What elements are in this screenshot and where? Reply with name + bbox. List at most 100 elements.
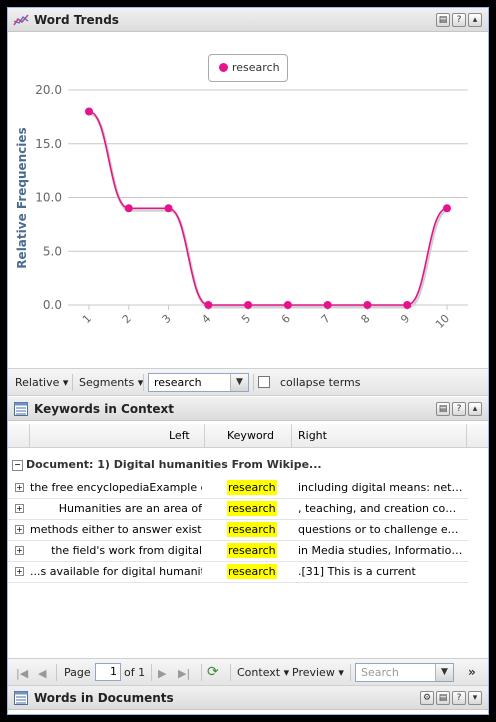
table-row[interactable]: + ...s available for digital humanities … — [8, 562, 468, 583]
toolbar-separator — [350, 664, 351, 681]
word-trends-chart: 0.0 5.0 10.0 15.0 20.0 1 2 3 4 5 6 7 8 9 10 Relative Fr… — [15, 83, 468, 331]
column-keyword[interactable]: Keyword — [227, 429, 274, 442]
row-right: in Media studies, Information stu... — [298, 544, 463, 557]
help-icon[interactable]: ? — [452, 402, 466, 416]
x-tick-label: 1 — [80, 312, 94, 326]
collapse-icon[interactable]: ▴ — [468, 402, 482, 416]
data-point — [204, 301, 213, 309]
collapse-terms-checkbox[interactable] — [258, 376, 270, 388]
row-keyword: research — [227, 543, 277, 558]
expand-icon[interactable]: + — [15, 525, 24, 534]
x-tick-label: 4 — [199, 312, 213, 326]
preview-menu[interactable]: Preview ▾ — [292, 666, 344, 679]
data-point — [363, 301, 372, 309]
column-left[interactable]: Left — [169, 429, 190, 442]
row-keyword: research — [227, 564, 277, 579]
document-group-label: Document: 1) Digital humanities From Wik… — [26, 458, 322, 471]
save-icon[interactable]: ▤ — [436, 402, 450, 416]
x-tick-label: 10 — [433, 312, 452, 331]
x-tick-label: 7 — [319, 312, 333, 326]
data-point — [85, 107, 93, 116]
x-tick-label: 5 — [239, 312, 253, 326]
row-right: questions or to challenge existing — [298, 523, 463, 536]
row-right: including digital means: network... — [298, 481, 463, 494]
table-row[interactable]: + methods either to answer existing rese… — [8, 520, 468, 541]
kwic-header: Keywords in Context ▤ ? ▴ — [8, 397, 488, 421]
x-tick-label: 8 — [358, 312, 372, 326]
table-row[interactable]: + Humanities are an area of research , t… — [8, 499, 468, 520]
context-menu[interactable]: Context ▾ — [237, 666, 289, 679]
first-page-icon[interactable]: |◀ — [16, 667, 28, 680]
pager-toolbar: |◀ ◀ Page 1 of 1 ▶ ▶| ⟳ Context ▾ Previe… — [8, 658, 488, 686]
save-icon[interactable]: ▤ — [436, 13, 450, 27]
row-keyword: research — [227, 501, 277, 516]
y-tick-label: 5.0 — [43, 244, 62, 258]
column-divider — [29, 424, 30, 448]
next-page-icon[interactable]: ▶ — [158, 667, 166, 680]
relative-menu[interactable]: Relative ▾ — [15, 376, 68, 389]
search-input[interactable]: Search — [361, 666, 399, 679]
chevron-down-icon[interactable]: ▼ — [435, 664, 453, 681]
overflow-icon[interactable]: » — [468, 665, 476, 679]
x-tick-label: 2 — [120, 312, 134, 326]
save-icon[interactable]: ▤ — [436, 691, 450, 705]
word-trends-title: Word Trends — [34, 13, 119, 27]
help-icon[interactable]: ? — [452, 13, 466, 27]
row-right: , teaching, and creation concer... — [298, 502, 463, 515]
last-page-icon[interactable]: ▶| — [178, 667, 190, 680]
expand-icon[interactable]: + — [15, 546, 24, 555]
search-combo[interactable]: Search ▼ — [355, 663, 454, 682]
y-tick-label: 15.0 — [35, 137, 62, 151]
kwic-title: Keywords in Context — [34, 402, 174, 416]
page-count: of 1 — [124, 666, 146, 679]
y-tick-label: 20.0 — [35, 83, 62, 97]
page-label: Page — [64, 666, 91, 679]
row-left: ...s available for digital humanities — [30, 565, 202, 578]
refresh-icon[interactable]: ⟳ — [207, 664, 219, 680]
y-tick-label: 10.0 — [35, 191, 62, 205]
column-right[interactable]: Right — [298, 429, 327, 442]
row-left: the field's work from digital — [51, 544, 202, 557]
toolbar-separator — [253, 374, 254, 391]
y-axis-label: Relative Frequencies — [15, 127, 29, 268]
data-point — [403, 301, 412, 309]
series-line — [88, 110, 448, 306]
expand-icon[interactable]: + — [15, 567, 24, 576]
segments-menu[interactable]: Segments ▾ — [79, 376, 143, 389]
document-group[interactable]: − Document: 1) Digital humanities From Wi… — [12, 458, 322, 471]
word-trends-toolbar: Relative ▾ Segments ▾ research ▼ collaps… — [8, 368, 488, 396]
table-icon — [14, 402, 28, 416]
expand-icon[interactable]: + — [15, 504, 24, 513]
collapse-icon[interactable]: ▴ — [468, 13, 482, 27]
row-left: methods either to answer existing — [30, 523, 202, 536]
expand-icon[interactable]: + — [15, 483, 24, 492]
toolbar-separator — [143, 374, 144, 391]
term-combo[interactable]: research ▼ — [148, 373, 249, 392]
kwic-column-headers: Left Keyword Right — [8, 424, 488, 448]
data-point — [283, 301, 292, 309]
collapse-terms-label: collapse terms — [280, 376, 361, 389]
x-tick-label: 6 — [279, 312, 293, 326]
toolbar-separator — [201, 664, 202, 681]
help-icon[interactable]: ? — [452, 691, 466, 705]
row-keyword: research — [227, 522, 277, 537]
chart-legend[interactable]: research — [208, 54, 288, 82]
prev-page-icon[interactable]: ◀ — [38, 667, 46, 680]
term-value: research — [154, 376, 202, 389]
expand-icon[interactable]: ▾ — [468, 691, 482, 705]
row-right: .[31] This is a current — [298, 565, 416, 578]
data-point — [443, 204, 451, 213]
trend-chart-icon — [13, 14, 29, 26]
words-in-documents-header: Words in Documents ⚙ ▤ ? ▾ — [8, 686, 488, 710]
legend-label: research — [232, 61, 280, 74]
toolbar-separator — [151, 664, 152, 681]
table-row[interactable]: + the free encyclopediaExample of resear… — [8, 478, 468, 499]
row-left: Humanities are an area of — [58, 502, 202, 515]
minus-icon[interactable]: − — [12, 459, 23, 471]
table-row[interactable]: + the field's work from digital research… — [8, 541, 468, 562]
word-trends-header: Word Trends ▤ ? ▴ — [8, 8, 488, 32]
series-line-shadow — [89, 112, 449, 309]
chevron-down-icon[interactable]: ▼ — [230, 374, 248, 391]
gear-icon[interactable]: ⚙ — [420, 691, 434, 705]
page-number-input[interactable]: 1 — [95, 663, 121, 681]
